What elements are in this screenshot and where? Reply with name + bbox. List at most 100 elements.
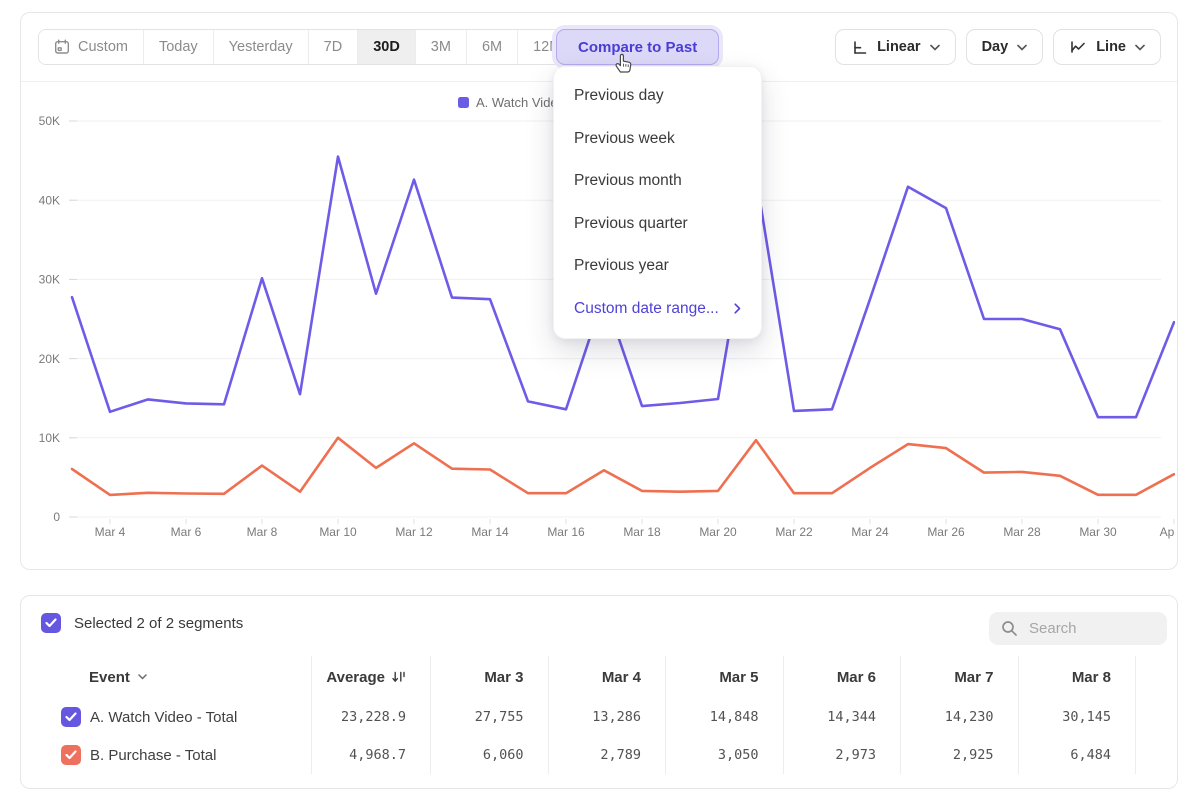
chart-options-toolbar: Linear Day Line bbox=[835, 29, 1161, 65]
range-button-custom[interactable]: Custom bbox=[39, 30, 143, 64]
menu-item-previous-day[interactable]: Previous day bbox=[554, 75, 761, 118]
segments-selected-bar: Selected 2 of 2 segments bbox=[41, 613, 243, 633]
range-button-label: 7D bbox=[324, 39, 343, 55]
x-axis-label: Mar 28 bbox=[1003, 525, 1041, 539]
chevron-down-icon bbox=[138, 674, 147, 680]
menu-item-previous-quarter[interactable]: Previous quarter bbox=[554, 203, 761, 246]
x-axis-label: Apr 1 bbox=[1160, 525, 1175, 539]
table-value: 13,286 bbox=[548, 698, 666, 736]
table-value: 30,145 bbox=[1018, 698, 1136, 736]
table-row-event-watch-video[interactable]: A. Watch Video - Total bbox=[61, 698, 311, 736]
x-axis-label: Mar 6 bbox=[171, 525, 202, 539]
interval-select-label: Day bbox=[982, 39, 1009, 55]
scale-select[interactable]: Linear bbox=[835, 29, 956, 65]
menu-item-previous-month[interactable]: Previous month bbox=[554, 160, 761, 203]
range-button-label: Yesterday bbox=[229, 39, 293, 55]
event-header-label: Event bbox=[89, 669, 130, 686]
date-range-control: CustomTodayYesterday7D30D3M6M12M bbox=[38, 29, 577, 65]
search-input[interactable] bbox=[1027, 619, 1155, 638]
range-button-30d[interactable]: 30D bbox=[357, 30, 415, 64]
segment-checkbox[interactable] bbox=[61, 707, 81, 727]
column-header-mar-6: Mar 6 bbox=[783, 656, 901, 698]
interval-select[interactable]: Day bbox=[966, 29, 1044, 65]
x-axis-label: Mar 24 bbox=[851, 525, 889, 539]
column-header-mar-4: Mar 4 bbox=[548, 656, 666, 698]
x-axis-label: Mar 16 bbox=[547, 525, 585, 539]
segment-label: A. Watch Video - Total bbox=[90, 709, 237, 726]
range-button-yesterday[interactable]: Yesterday bbox=[213, 30, 308, 64]
linear-axis-icon bbox=[851, 39, 868, 56]
average-value: 23,228.9 bbox=[311, 698, 430, 736]
segments-table-card: Selected 2 of 2 segments Event Average Mar… bbox=[20, 595, 1178, 789]
date-header-label: Mar 6 bbox=[837, 669, 876, 686]
series-line-purchase bbox=[72, 438, 1174, 495]
table-value-truncated: 3, bbox=[1135, 736, 1178, 774]
table-value: 14,230 bbox=[900, 698, 1018, 736]
x-axis-label: Mar 10 bbox=[319, 525, 357, 539]
chevron-down-icon bbox=[1017, 44, 1027, 51]
segment-label: B. Purchase - Total bbox=[90, 747, 216, 764]
y-axis-label: 40K bbox=[39, 193, 60, 207]
menu-item-label: Custom date range... bbox=[574, 300, 719, 318]
segments-selected-label: Selected 2 of 2 segments bbox=[74, 615, 243, 632]
compare-dropdown-menu: Previous dayPrevious weekPrevious monthP… bbox=[553, 66, 762, 339]
table-value-truncated: 15, bbox=[1135, 698, 1178, 736]
search-box[interactable] bbox=[989, 612, 1167, 645]
column-header-event[interactable]: Event bbox=[61, 656, 311, 698]
column-header-mar-3: Mar 3 bbox=[430, 656, 548, 698]
y-axis-label: 10K bbox=[39, 431, 60, 445]
x-axis-label: Mar 8 bbox=[247, 525, 278, 539]
sort-descending-icon[interactable] bbox=[392, 671, 406, 683]
x-axis-label: Mar 14 bbox=[471, 525, 509, 539]
chevron-down-icon bbox=[1135, 44, 1145, 51]
column-header-mar-8: Mar 8 bbox=[1018, 656, 1136, 698]
table-value: 27,755 bbox=[430, 698, 548, 736]
chart-type-select-label: Line bbox=[1096, 39, 1126, 55]
column-header-truncated: M bbox=[1135, 656, 1178, 698]
line-chart-icon bbox=[1069, 39, 1087, 55]
range-button-7d[interactable]: 7D bbox=[308, 30, 358, 64]
chevron-right-icon bbox=[734, 303, 741, 314]
x-axis-label: Mar 26 bbox=[927, 525, 965, 539]
range-button-label: 30D bbox=[373, 39, 400, 55]
average-header-label: Average bbox=[326, 669, 385, 686]
search-icon bbox=[1001, 620, 1018, 637]
table-row-event-purchase[interactable]: B. Purchase - Total bbox=[61, 736, 311, 774]
date-header-label: Mar 4 bbox=[602, 669, 641, 686]
date-header-label: Mar 7 bbox=[954, 669, 993, 686]
x-axis-label: Mar 22 bbox=[775, 525, 813, 539]
menu-item-custom-date-range[interactable]: Custom date range... bbox=[554, 288, 761, 331]
range-button-label: Today bbox=[159, 39, 198, 55]
range-button-3m[interactable]: 3M bbox=[415, 30, 466, 64]
x-axis-label: Mar 18 bbox=[623, 525, 661, 539]
calendar-icon bbox=[54, 39, 70, 55]
range-button-today[interactable]: Today bbox=[143, 30, 213, 64]
menu-item-previous-week[interactable]: Previous week bbox=[554, 118, 761, 161]
table-value: 2,925 bbox=[900, 736, 1018, 774]
chevron-down-icon bbox=[930, 44, 940, 51]
select-all-checkbox[interactable] bbox=[41, 613, 61, 633]
x-axis-label: Mar 12 bbox=[395, 525, 433, 539]
range-button-label: Custom bbox=[78, 39, 128, 55]
table-value: 14,848 bbox=[665, 698, 783, 736]
y-axis-label: 30K bbox=[39, 273, 60, 287]
segments-table: Event Average Mar 3 Mar 4 Mar 5 Mar 6 Mar 7 Mar… bbox=[61, 656, 1178, 774]
column-header-mar-5: Mar 5 bbox=[665, 656, 783, 698]
average-value: 4,968.7 bbox=[311, 736, 430, 774]
date-header-label: Mar 5 bbox=[719, 669, 758, 686]
x-axis-label: Mar 4 bbox=[95, 525, 126, 539]
column-header-mar-7: Mar 7 bbox=[900, 656, 1018, 698]
compare-to-past-button[interactable]: Compare to Past bbox=[556, 29, 719, 65]
table-value: 2,789 bbox=[548, 736, 666, 774]
chart-type-select[interactable]: Line bbox=[1053, 29, 1161, 65]
scale-select-label: Linear bbox=[877, 39, 921, 55]
range-button-6m[interactable]: 6M bbox=[466, 30, 517, 64]
table-value: 6,484 bbox=[1018, 736, 1136, 774]
segment-checkbox[interactable] bbox=[61, 745, 81, 765]
date-header-label: Mar 3 bbox=[484, 669, 523, 686]
y-axis-label: 50K bbox=[39, 114, 60, 128]
column-header-average[interactable]: Average bbox=[311, 656, 430, 698]
table-value: 2,973 bbox=[783, 736, 901, 774]
menu-item-previous-year[interactable]: Previous year bbox=[554, 245, 761, 288]
x-axis-label: Mar 30 bbox=[1079, 525, 1117, 539]
